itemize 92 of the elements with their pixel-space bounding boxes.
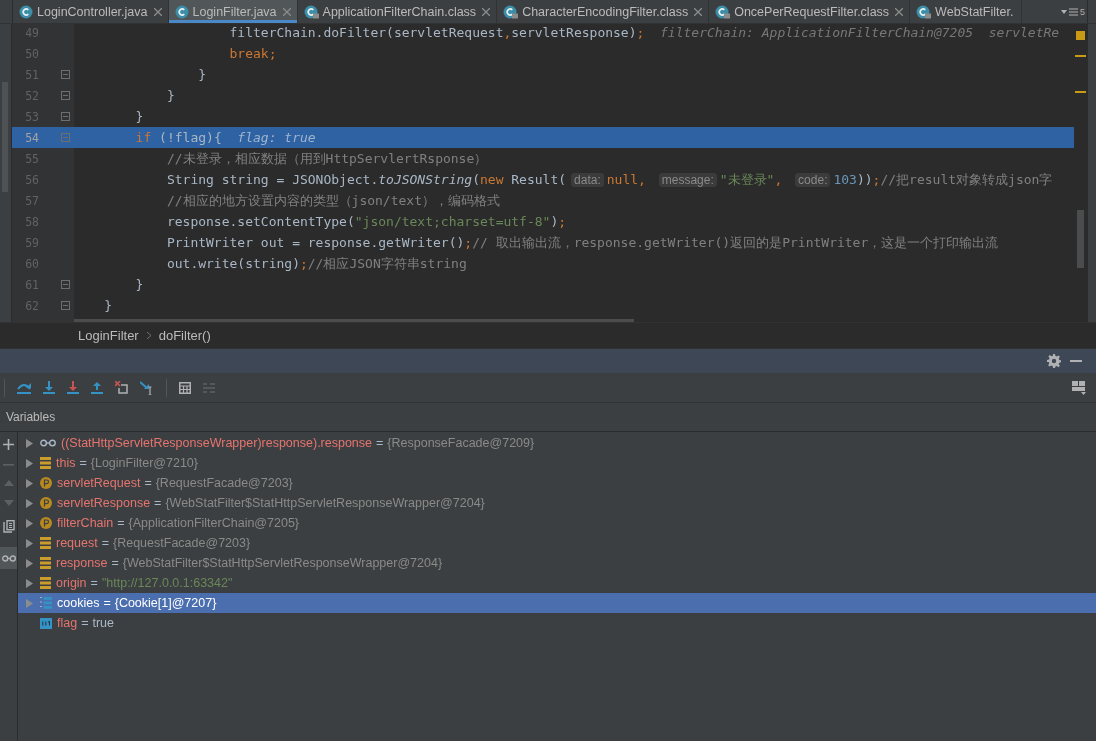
warning-marker[interactable] — [1075, 55, 1086, 57]
code-line: out.write(string);//相应JSON字符串string — [166, 254, 467, 273]
close-icon[interactable] — [482, 7, 491, 16]
array-icon — [40, 597, 52, 609]
fold-marker-icon[interactable] — [61, 112, 70, 121]
editor-tab[interactable]: LoginFilter.java — [168, 0, 298, 23]
drop-frame-icon[interactable] — [115, 381, 128, 394]
tab-list-button[interactable]: 5 — [1061, 6, 1085, 17]
code-line: //相应的地方设置内容的类型（json/text），编码格式 — [166, 191, 500, 210]
fold-marker-icon[interactable] — [61, 280, 70, 289]
expand-arrow-icon[interactable] — [26, 578, 33, 588]
layout-icon[interactable] — [1072, 380, 1086, 395]
field-icon — [40, 457, 51, 469]
fold-marker-icon[interactable] — [61, 91, 70, 100]
step-over-icon[interactable] — [17, 381, 31, 394]
calculator-icon[interactable] — [179, 381, 191, 394]
close-icon[interactable] — [895, 7, 904, 16]
run-to-cursor-icon[interactable] — [140, 380, 154, 395]
expand-arrow-icon[interactable] — [26, 478, 33, 488]
variable-entry[interactable]: cookies = {Cookie[1]@7207} — [57, 596, 217, 610]
close-icon[interactable] — [694, 7, 703, 16]
editor-tab[interactable]: OncePerRequestFilter.class — [709, 0, 911, 23]
editor-tab[interactable]: ApplicationFilterChain.class — [297, 0, 498, 23]
close-icon[interactable] — [153, 7, 162, 16]
copy-icon[interactable] — [2, 520, 15, 533]
class-icon — [174, 4, 189, 19]
step-out-icon[interactable] — [91, 381, 103, 394]
parameter-icon — [40, 517, 52, 529]
code-line: } — [135, 109, 144, 124]
boolean-icon — [40, 617, 52, 629]
expand-arrow-icon[interactable] — [26, 538, 33, 548]
warning-marker[interactable] — [1076, 31, 1085, 40]
scrollbar-thumb[interactable] — [1077, 210, 1084, 268]
class-file-icon — [715, 4, 731, 19]
code-line: } — [104, 298, 113, 313]
code-line: filterChain.doFilter(servletRequest,servletResponse); filterChain: ApplicationFilterChain@7205 servletRe — [229, 25, 1060, 40]
caret-icon — [1061, 9, 1067, 14]
field-icon — [40, 557, 51, 569]
code-line: } — [198, 67, 207, 82]
add-icon[interactable] — [3, 439, 14, 450]
fold-marker-icon[interactable] — [61, 133, 70, 142]
code-line: //未登录，相应数据（用到HttpServlertRsponse） — [166, 149, 488, 168]
field-icon — [40, 537, 51, 549]
class-icon — [19, 4, 33, 19]
editor-tab[interactable]: CharacterEncodingFilter.class — [497, 0, 710, 23]
breadcrumb-item[interactable]: doFilter() — [158, 328, 211, 343]
selected-row[interactable]: cookies = {Cookie[1]@7207} — [18, 593, 1096, 613]
parameter-icon — [40, 477, 52, 489]
glasses-icon — [40, 439, 56, 447]
settings-icon[interactable] — [1047, 354, 1061, 368]
variable-entry[interactable]: this = {LoginFilter@7210} — [56, 456, 198, 470]
variable-entry[interactable]: servletResponse = {WebStatFilter$StatHttpServletResponseWrapper@7204} — [57, 496, 485, 510]
panel-title: Variables — [6, 410, 56, 424]
list-icon — [203, 382, 215, 393]
warning-marker[interactable] — [1075, 91, 1086, 93]
parameter-icon — [40, 497, 52, 509]
code-line: } — [135, 277, 144, 292]
variable-entry[interactable]: flag = true — [57, 616, 114, 630]
variable-entry[interactable]: response = {WebStatFilter$StatHttpServletResponseWrapper@7204} — [56, 556, 443, 570]
expand-arrow-icon[interactable] — [26, 518, 33, 528]
code-line: String string = JSONObject.toJSONString(new Result( data: null, message: "未登录", code: 103));//把result对象转成json字 — [166, 170, 1053, 189]
down-icon[interactable] — [3, 500, 14, 506]
class-file-icon — [303, 4, 319, 19]
close-icon[interactable] — [282, 7, 291, 16]
class-file-icon — [503, 4, 519, 19]
fold-marker-icon[interactable] — [61, 301, 70, 310]
class-file-icon — [916, 4, 932, 19]
expand-arrow-icon[interactable] — [26, 558, 33, 568]
expand-arrow-icon[interactable] — [26, 458, 33, 468]
code-line: } — [166, 88, 175, 103]
variable-entry[interactable]: request = {RequestFacade@7203} — [56, 536, 251, 550]
code-line: response.setContentType("json/text;charset=utf-8"); — [166, 214, 567, 229]
list-icon — [1069, 7, 1078, 16]
breadcrumb-item[interactable]: LoginFilter — [78, 328, 139, 343]
chevron-icon — [146, 332, 151, 339]
fold-marker-icon[interactable] — [61, 70, 70, 79]
step-into-icon[interactable] — [43, 381, 55, 394]
expand-arrow-icon[interactable] — [26, 438, 33, 448]
variable-entry[interactable]: origin = "http://127.0.0.1:63342" — [56, 576, 233, 590]
line-number: 54 — [24, 130, 39, 145]
code-line: break; — [229, 46, 277, 61]
field-icon — [40, 577, 51, 589]
editor-tab[interactable]: LoginController.java — [13, 0, 169, 23]
glasses-icon[interactable] — [1, 554, 16, 562]
code-line: if (!flag){ flag: true — [135, 130, 316, 145]
expand-arrow-icon[interactable] — [26, 498, 33, 508]
variable-entry[interactable]: servletRequest = {RequestFacade@7203} — [57, 476, 293, 490]
editor-tab[interactable]: WebStatFilter. — [910, 0, 1023, 23]
up-icon[interactable] — [3, 480, 14, 486]
step-into-icon[interactable] — [67, 381, 79, 394]
variable-entry[interactable]: ((StatHttpServletResponseWrapper)response).response = {ResponseFacade@7209} — [61, 436, 535, 450]
variable-entry[interactable]: filterChain = {ApplicationFilterChain@7205} — [57, 516, 300, 530]
